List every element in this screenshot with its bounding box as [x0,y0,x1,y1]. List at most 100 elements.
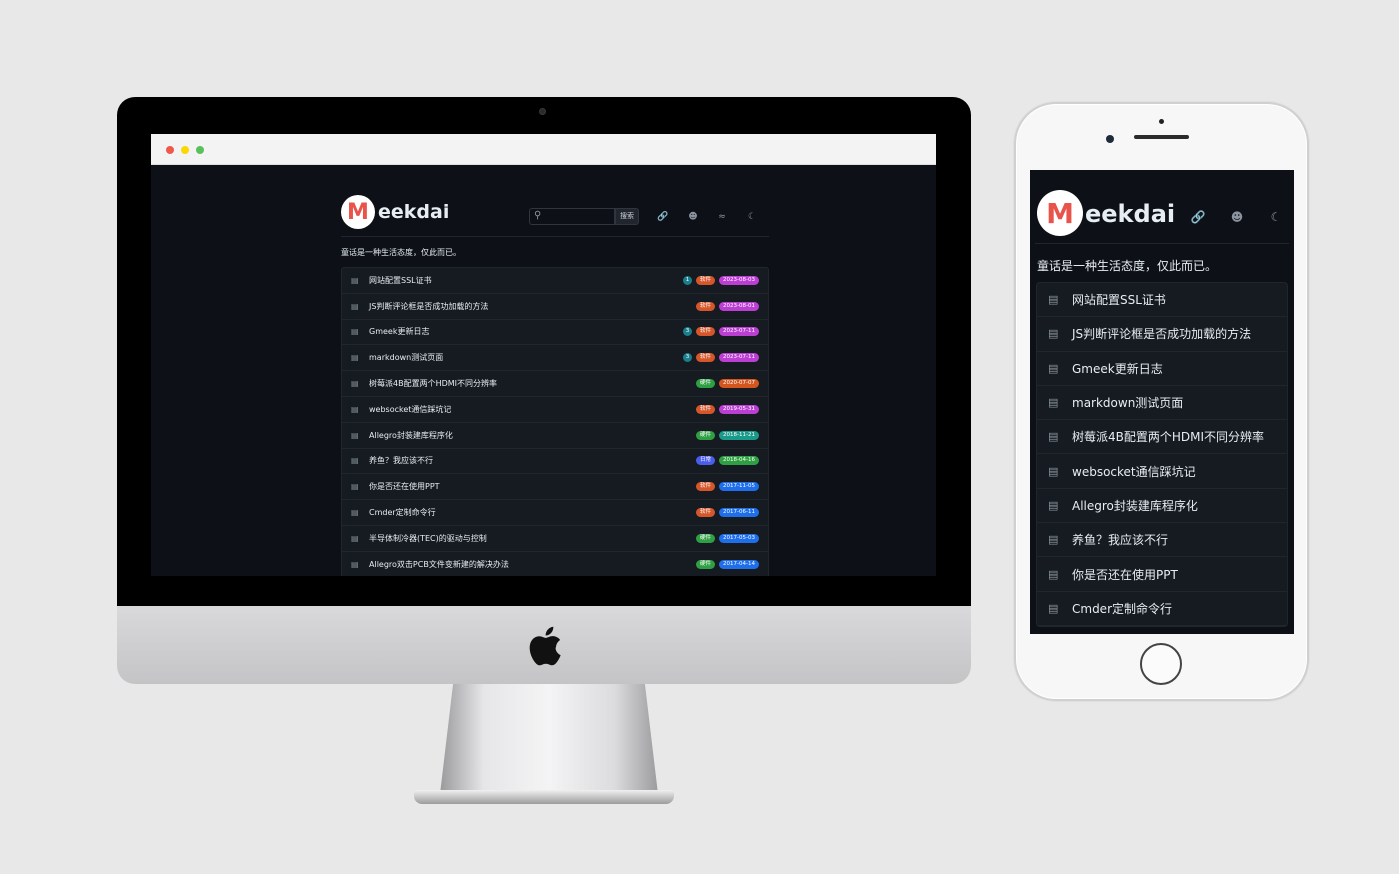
site-tagline: 童话是一种生活态度，仅此而已。 [341,248,461,257]
site-header: M eekdai ⚲ 搜索 🔗 ☻ ≈ ☾ [341,165,769,237]
post-title[interactable]: 你是否还在使用PPT [1072,566,1178,583]
post-title[interactable]: 半导体制冷器(TEC)的驱动与控制 [369,533,487,544]
phone-sensor [1159,119,1164,124]
post-row[interactable]: ▤ markdown测试页面 3 软件 2023-07-11 [342,345,768,372]
date-badge: 2023-07-11 [719,327,759,337]
post-title[interactable]: markdown测试页面 [1072,394,1183,411]
mobile-post-row[interactable]: ▤ markdown测试页面 [1037,386,1287,421]
post-row[interactable]: ▤ Allegro封装建库程序化 硬件 2018-11-21 [342,423,768,449]
post-title[interactable]: 网站配置SSL证书 [369,275,432,286]
post-title[interactable]: markdown测试页面 [369,352,443,363]
mobile-logo-avatar[interactable]: M [1037,190,1083,236]
mobile-post-row[interactable]: ▤ 养鱼？我应该不行 [1037,523,1287,558]
post-icon: ▤ [351,275,359,285]
date-badge: 2019-05-31 [719,404,759,414]
mobile-post-row[interactable]: ▤ Gmeek更新日志 [1037,352,1287,386]
post-title[interactable]: Allegro封装建库程序化 [1072,497,1198,514]
date-badge: 2023-07-11 [719,353,759,363]
site-logo-avatar[interactable]: M [341,195,375,229]
post-title[interactable]: 养鱼？我应该不行 [1072,531,1168,548]
label-badge[interactable]: 硬件 [696,430,716,440]
search-button[interactable]: 搜索 [615,208,639,225]
post-title[interactable]: 养鱼？我应该不行 [369,455,433,466]
label-badge[interactable]: 硬件 [696,559,716,569]
post-title[interactable]: JS判断评论框是否成功加载的方法 [1072,325,1251,342]
post-title[interactable]: JS判断评论框是否成功加载的方法 [369,301,488,312]
link-icon[interactable]: 🔗 [1189,208,1207,226]
post-icon: ▤ [1048,464,1059,478]
label-badge[interactable]: 软件 [696,275,716,285]
minimize-window-button[interactable] [181,146,189,154]
moon-icon[interactable]: ☾ [745,210,759,224]
post-row[interactable]: ▤ 半导体制冷器(TEC)的驱动与控制 硬件 2017-05-03 [342,526,768,552]
post-title[interactable]: 树莓派4B配置两个HDMI不同分辨率 [369,378,497,389]
post-row[interactable]: ▤ Allegro双击PCB文件变新建的解决办法 硬件 2017-04-14 [342,552,768,576]
post-row[interactable]: ▤ 你是否还在使用PPT 软件 2017-11-05 [342,474,768,501]
link-icon[interactable]: 🔗 [656,210,670,224]
label-badge[interactable]: 软件 [696,327,716,337]
moon-icon[interactable]: ☾ [1267,208,1285,226]
post-title[interactable]: 网站配置SSL证书 [1072,291,1166,308]
rss-icon[interactable]: ≈ [715,210,729,224]
search-input[interactable] [546,210,612,223]
phone-home-button[interactable] [1140,643,1182,685]
post-title[interactable]: Cmder定制命令行 [1072,600,1172,617]
post-title[interactable]: websocket通信踩坑记 [1072,463,1196,480]
post-icon: ▤ [1048,567,1059,581]
post-icon: ▤ [1048,601,1059,615]
post-title[interactable]: Gmeek更新日志 [1072,360,1163,377]
post-row[interactable]: ▤ Gmeek更新日志 3 软件 2023-07-11 [342,320,768,346]
date-badge: 2017-11-05 [719,482,759,492]
post-icon: ▤ [351,301,359,311]
mobile-post-list: ▤ 网站配置SSL证书 ▤ JS判断评论框是否成功加载的方法 ▤ Gmeek更新日志 ▤ ma… [1036,282,1288,627]
post-row[interactable]: ▤ 养鱼？我应该不行 日常 2018-04-16 [342,449,768,475]
mobile-post-row[interactable]: ▤ websocket通信踩坑记 [1037,454,1287,489]
mobile-post-row[interactable]: ▤ 你是否还在使用PPT [1037,557,1287,592]
comment-count-badge: 3 [683,353,693,363]
post-title[interactable]: Gmeek更新日志 [369,326,429,337]
post-icon: ▤ [1048,327,1059,341]
label-badge[interactable]: 硬件 [696,379,716,389]
post-tags: 3 软件 2023-07-11 [683,353,759,363]
post-tags: 软件 2017-11-05 [696,482,759,492]
post-row[interactable]: ▤ 网站配置SSL证书 1 软件 2023-08-03 [342,268,768,294]
post-row[interactable]: ▤ websocket通信踩坑记 软件 2019-05-31 [342,397,768,423]
maximize-window-button[interactable] [196,146,204,154]
date-badge: 2018-04-16 [719,456,759,466]
post-title[interactable]: websocket通信踩坑记 [369,404,451,415]
post-row[interactable]: ▤ Cmder定制命令行 软件 2017-06-11 [342,500,768,526]
mobile-post-row[interactable]: ▤ Allegro封装建库程序化 [1037,489,1287,524]
apple-logo-icon [529,626,561,666]
label-badge[interactable]: 软件 [696,353,716,363]
label-badge[interactable]: 软件 [696,508,716,518]
post-row[interactable]: ▤ JS判断评论框是否成功加载的方法 软件 2023-08-01 [342,294,768,320]
label-badge[interactable]: 日常 [696,456,716,466]
post-title[interactable]: Allegro双击PCB文件变新建的解决办法 [369,559,509,570]
comment-count-badge: 3 [683,327,693,337]
label-badge[interactable]: 软件 [696,482,716,492]
post-icon: ▤ [351,430,359,440]
label-badge[interactable]: 软件 [696,301,716,311]
imac-stand-neck [440,684,658,794]
label-badge[interactable]: 硬件 [696,533,716,543]
search-field[interactable]: ⚲ [529,208,615,225]
person-icon[interactable]: ☻ [1228,208,1246,226]
post-row[interactable]: ▤ 树莓派4B配置两个HDMI不同分辨率 硬件 2020-07-07 [342,371,768,397]
post-icon: ▤ [1048,293,1059,307]
post-title[interactable]: Allegro封装建库程序化 [369,430,453,441]
mobile-post-row[interactable]: ▤ Cmder定制命令行 [1037,592,1287,626]
post-title[interactable]: 树莓派4B配置两个HDMI不同分辨率 [1072,428,1264,445]
mobile-site-title[interactable]: eekdai [1085,200,1175,228]
post-tags: 1 软件 2023-08-03 [683,275,759,285]
site-title[interactable]: eekdai [378,201,449,223]
post-icon: ▤ [351,327,359,337]
mobile-post-row[interactable]: ▤ 网站配置SSL证书 [1037,283,1287,318]
mobile-post-row[interactable]: ▤ JS判断评论框是否成功加载的方法 [1037,317,1287,352]
person-icon[interactable]: ☻ [686,210,700,224]
label-badge[interactable]: 软件 [696,404,716,414]
mobile-post-row[interactable]: ▤ 树莓派4B配置两个HDMI不同分辨率 [1037,420,1287,455]
post-title[interactable]: Cmder定制命令行 [369,507,436,518]
close-window-button[interactable] [166,146,174,154]
post-title[interactable]: 你是否还在使用PPT [369,481,440,492]
post-tags: 硬件 2018-11-21 [696,430,759,440]
